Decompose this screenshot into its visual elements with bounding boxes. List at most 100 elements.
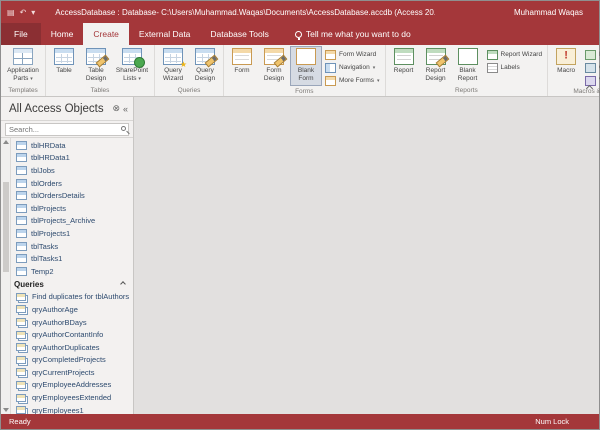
customize-qat-icon[interactable]: ▾ bbox=[31, 8, 35, 17]
query-icon bbox=[16, 368, 26, 376]
report-button[interactable]: Report bbox=[388, 46, 420, 86]
nav-item-table[interactable]: tblJobs bbox=[11, 164, 133, 177]
nav-item-query[interactable]: qryAuthorAge bbox=[11, 303, 133, 316]
more-forms-button[interactable]: More Forms ▾ bbox=[322, 74, 383, 87]
query-icon bbox=[16, 293, 26, 301]
undo-icon[interactable]: ↶ bbox=[20, 8, 27, 17]
form-wizard-button[interactable]: Form Wizard bbox=[322, 48, 383, 61]
report-wizard-button[interactable]: Report Wizard bbox=[484, 48, 546, 61]
form-design-icon bbox=[264, 48, 284, 65]
nav-section-queries[interactable]: Queries bbox=[11, 278, 133, 291]
form-icon bbox=[232, 48, 252, 65]
nav-item-table[interactable]: tblProjects bbox=[11, 202, 133, 215]
nav-item-query[interactable]: qryEmployees1 bbox=[11, 404, 133, 414]
nav-item-label: qryCurrentProjects bbox=[32, 368, 95, 377]
nav-item-label: tblTasks bbox=[31, 242, 58, 251]
class-module-button[interactable]: Class Module bbox=[582, 61, 600, 74]
nav-item-query[interactable]: qryCurrentProjects bbox=[11, 366, 133, 379]
query-wizard-icon bbox=[163, 48, 183, 65]
tab-external-data[interactable]: External Data bbox=[129, 23, 201, 45]
sharepoint-lists-icon bbox=[122, 48, 142, 65]
nav-item-label: tblJobs bbox=[31, 166, 55, 175]
nav-item-table[interactable]: tblProjects_Archive bbox=[11, 215, 133, 228]
query-wizard-button[interactable]: Query Wizard bbox=[157, 46, 189, 86]
close-circle-icon[interactable]: ⊗ bbox=[112, 103, 120, 114]
query-icon bbox=[16, 381, 26, 389]
nav-object-list: tblHRData tblHRData1 tblJobs tblOrders t… bbox=[11, 138, 133, 414]
scroll-down-icon[interactable] bbox=[3, 408, 9, 412]
nav-pane-title[interactable]: All Access Objects bbox=[9, 103, 109, 115]
dropdown-arrow-icon: ▾ bbox=[138, 76, 141, 82]
nav-item-label: qryAuthorContantInfo bbox=[32, 330, 103, 339]
title-bar: ▤ ↶ ▾ AccessDatabase : Database- C:\User… bbox=[1, 1, 599, 23]
save-icon[interactable]: ▤ bbox=[7, 8, 15, 17]
nav-item-query[interactable]: qryCompletedProjects bbox=[11, 354, 133, 367]
query-design-button[interactable]: Query Design bbox=[189, 46, 221, 86]
nav-scrollbar[interactable] bbox=[1, 138, 11, 414]
nav-item-table[interactable]: tblTasks1 bbox=[11, 252, 133, 265]
tell-me-box[interactable]: Tell me what you want to do bbox=[295, 23, 411, 45]
scrollbar-thumb[interactable] bbox=[3, 182, 9, 272]
query-icon bbox=[16, 406, 26, 414]
blank-report-icon bbox=[458, 48, 478, 65]
nav-item-label: qryAuthorAge bbox=[32, 305, 78, 314]
group-label-forms: Forms bbox=[226, 87, 383, 97]
sharepoint-lists-button[interactable]: SharePoint Lists ▾ bbox=[112, 46, 152, 86]
button-label: Table bbox=[56, 67, 72, 75]
tab-file[interactable]: File bbox=[1, 23, 41, 45]
nav-item-label: Temp2 bbox=[31, 267, 54, 276]
table-design-button[interactable]: Table Design bbox=[80, 46, 112, 86]
group-label-tables: Tables bbox=[48, 86, 152, 96]
table-icon bbox=[16, 242, 27, 251]
nav-item-table[interactable]: tblOrders bbox=[11, 177, 133, 190]
dropdown-arrow-icon: ▾ bbox=[30, 76, 33, 82]
scroll-up-icon[interactable] bbox=[3, 140, 9, 144]
account-user-name[interactable]: Muhammad Waqas bbox=[514, 8, 583, 17]
labels-icon bbox=[487, 63, 498, 73]
navigation-pane: All Access Objects ⊗ « tblHRData tblHRDa… bbox=[1, 97, 134, 414]
report-design-button[interactable]: Report Design bbox=[420, 46, 452, 86]
nav-item-table[interactable]: tblProjects1 bbox=[11, 227, 133, 240]
table-icon bbox=[16, 141, 27, 150]
nav-item-label: tblOrdersDetails bbox=[31, 191, 85, 200]
tab-home[interactable]: Home bbox=[41, 23, 84, 45]
nav-item-label: qryAuthorBDays bbox=[32, 318, 87, 327]
blank-report-button[interactable]: Blank Report bbox=[452, 46, 484, 86]
form-button[interactable]: Form bbox=[226, 46, 258, 86]
table-design-icon bbox=[86, 48, 106, 65]
button-label: SharePoint Lists bbox=[116, 67, 148, 82]
nav-item-table[interactable]: tblOrdersDetails bbox=[11, 189, 133, 202]
navigation-icon bbox=[325, 63, 336, 73]
nav-item-label: tblProjects1 bbox=[31, 229, 70, 238]
application-parts-button[interactable]: Application Parts ▾ bbox=[3, 46, 43, 86]
tab-create[interactable]: Create bbox=[83, 23, 129, 45]
ribbon-group-templates: Application Parts ▾ Templates bbox=[1, 45, 46, 96]
nav-item-query[interactable]: qryAuthorDuplicates bbox=[11, 341, 133, 354]
nav-item-table[interactable]: Temp2 bbox=[11, 265, 133, 278]
nav-item-query[interactable]: qryAuthorBDays bbox=[11, 316, 133, 329]
macro-button[interactable]: Macro bbox=[550, 46, 582, 86]
nav-item-table[interactable]: tblHRData bbox=[11, 139, 133, 152]
nav-item-table[interactable]: tblHRData1 bbox=[11, 152, 133, 165]
group-label-queries: Queries bbox=[157, 86, 221, 96]
navigation-button[interactable]: Navigation ▾ bbox=[322, 61, 383, 74]
shutter-bar-close-icon[interactable]: « bbox=[123, 104, 128, 114]
nav-item-query[interactable]: qryEmployeeAddresses bbox=[11, 379, 133, 392]
labels-button[interactable]: Labels bbox=[484, 61, 546, 74]
ribbon-group-forms: Form Form Design Blank Form Form Wizard bbox=[224, 45, 386, 96]
nav-item-query[interactable]: qryEmployeesExtended bbox=[11, 391, 133, 404]
visual-basic-button[interactable]: Visual Basic bbox=[582, 74, 600, 87]
query-icon bbox=[16, 318, 26, 326]
search-input[interactable] bbox=[5, 123, 129, 136]
nav-item-query[interactable]: Find duplicates for tblAuthors bbox=[11, 291, 133, 304]
tab-database-tools[interactable]: Database Tools bbox=[200, 23, 278, 45]
table-button[interactable]: Table bbox=[48, 46, 80, 86]
nav-item-label: tblOrders bbox=[31, 179, 62, 188]
form-design-button[interactable]: Form Design bbox=[258, 46, 290, 86]
more-forms-icon bbox=[325, 76, 336, 86]
nav-item-label: tblHRData bbox=[31, 141, 66, 150]
blank-form-button[interactable]: Blank Form bbox=[290, 46, 322, 86]
nav-item-table[interactable]: tblTasks bbox=[11, 240, 133, 253]
nav-item-query[interactable]: qryAuthorContantInfo bbox=[11, 328, 133, 341]
module-button[interactable]: Module bbox=[582, 48, 600, 61]
